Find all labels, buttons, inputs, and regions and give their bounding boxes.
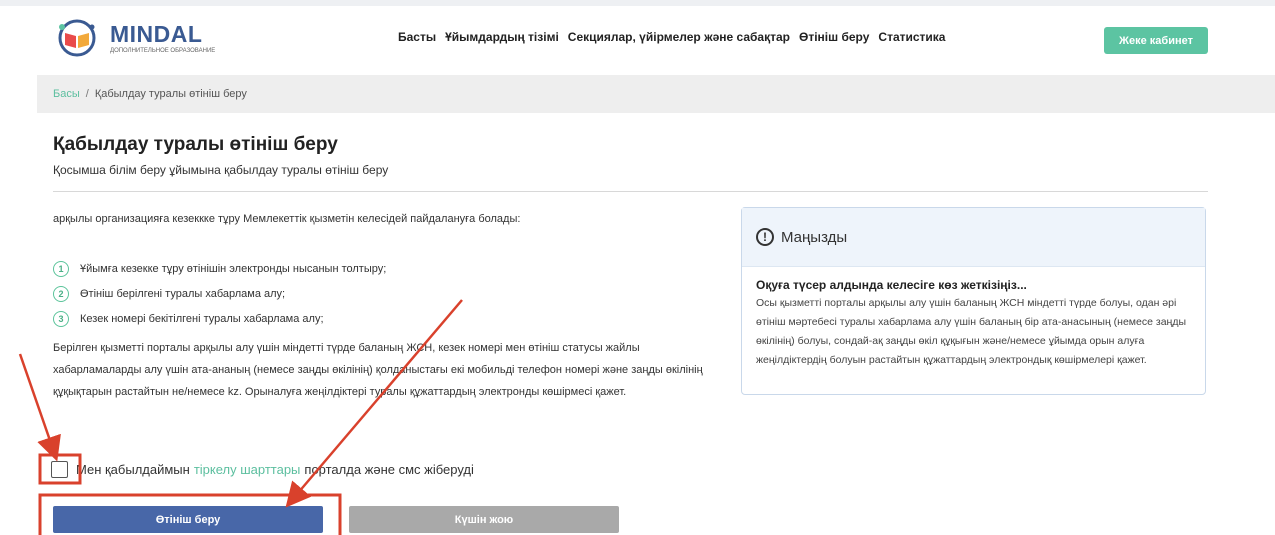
arrow-to-checkbox (18, 353, 61, 462)
page-subtitle: Қосымша білім беру ұйымына қабылдау тура… (53, 163, 389, 177)
step-text: Ұйымға кезекке тұру өтінішін электронды … (80, 262, 387, 275)
personal-cabinet-button[interactable]: Жеке кабинет (1104, 27, 1208, 54)
step-item: 1 Ұйымға кезекке тұру өтінішін электронд… (53, 256, 386, 281)
step-item: 3 Кезек номері бекітілгені туралы хабарл… (53, 306, 386, 331)
step-item: 2 Өтініш берілгені туралы хабарлама алу; (53, 281, 386, 306)
page-title: Қабылдау туралы өтініш беру (53, 134, 338, 155)
important-card: ! Маңызды Оқуға түсер алдында келесіге к… (741, 207, 1206, 395)
submit-button[interactable]: Өтініш беру (53, 506, 323, 533)
logo-text: MINDAL ДОПОЛНИТЕЛЬНОЕ ОБРАЗОВАНИЕ (110, 20, 216, 54)
card-subtitle: Оқуға түсер алдында келесіге көз жеткізі… (756, 278, 1027, 292)
breadcrumb: Басы / Қабылдау туралы өтініш беру (53, 88, 247, 100)
main-nav: Басты Ұйымдардың тізімі Секциялар, үйірм… (398, 30, 954, 44)
consent-row: Мен қабылдаймын тіркелу шарттары порталд… (51, 461, 474, 478)
terms-link[interactable]: тіркелу шарттары (194, 462, 301, 477)
step-number-icon: 1 (53, 260, 69, 277)
card-header: ! Маңызды (742, 208, 1205, 267)
step-number-icon: 3 (53, 310, 69, 327)
logo-name: MINDAL (110, 20, 203, 47)
book-logo-icon (58, 19, 96, 57)
nav-statistics[interactable]: Статистика (878, 30, 945, 44)
nav-sections[interactable]: Секциялар, үйірмелер және сабақтар (568, 30, 790, 44)
breadcrumb-current: Қабылдау туралы өтініш беру (94, 88, 247, 100)
consent-prefix: Мен қабылдаймын (76, 462, 190, 477)
step-number-icon: 2 (53, 285, 69, 302)
nav-organizations[interactable]: Ұйымдардың тізімі (445, 30, 559, 44)
step-text: Өтініш берілгені туралы хабарлама алу; (80, 287, 286, 300)
intro-text: арқылы организацияға кезеккке тұру Мемле… (53, 213, 521, 225)
steps-list: 1 Ұйымға кезекке тұру өтінішін электронд… (53, 256, 386, 331)
card-body: Осы қызметті порталы арқылы алу үшін бал… (756, 297, 1187, 366)
exclamation-icon: ! (756, 228, 774, 246)
breadcrumb-separator: / (85, 88, 89, 100)
site-header: MINDAL ДОПОЛНИТЕЛЬНОЕ ОБРАЗОВАНИЕ Басты … (0, 0, 1275, 75)
step-text: Кезек номері бекітілгені туралы хабарлам… (80, 312, 324, 325)
card-title: Маңызды (781, 228, 848, 246)
logo-subtitle: ДОПОЛНИТЕЛЬНОЕ ОБРАЗОВАНИЕ (110, 47, 216, 54)
consent-suffix: порталда және смс жіберуді (304, 462, 474, 477)
nav-apply[interactable]: Өтініш беру (799, 30, 869, 44)
consent-checkbox[interactable] (51, 461, 68, 478)
cancel-button[interactable]: Күшін жою (349, 506, 619, 533)
nav-home[interactable]: Басты (398, 30, 436, 44)
divider (53, 191, 1208, 192)
description-text: Берілген қызметті порталы арқылы алу үші… (53, 342, 703, 398)
breadcrumb-bar: Басы / Қабылдау туралы өтініш беру (37, 75, 1275, 113)
logo[interactable]: MINDAL ДОПОЛНИТЕЛЬНОЕ ОБРАЗОВАНИЕ (52, 19, 215, 57)
breadcrumb-home-link[interactable]: Басы (53, 88, 80, 100)
top-border (0, 0, 1275, 6)
